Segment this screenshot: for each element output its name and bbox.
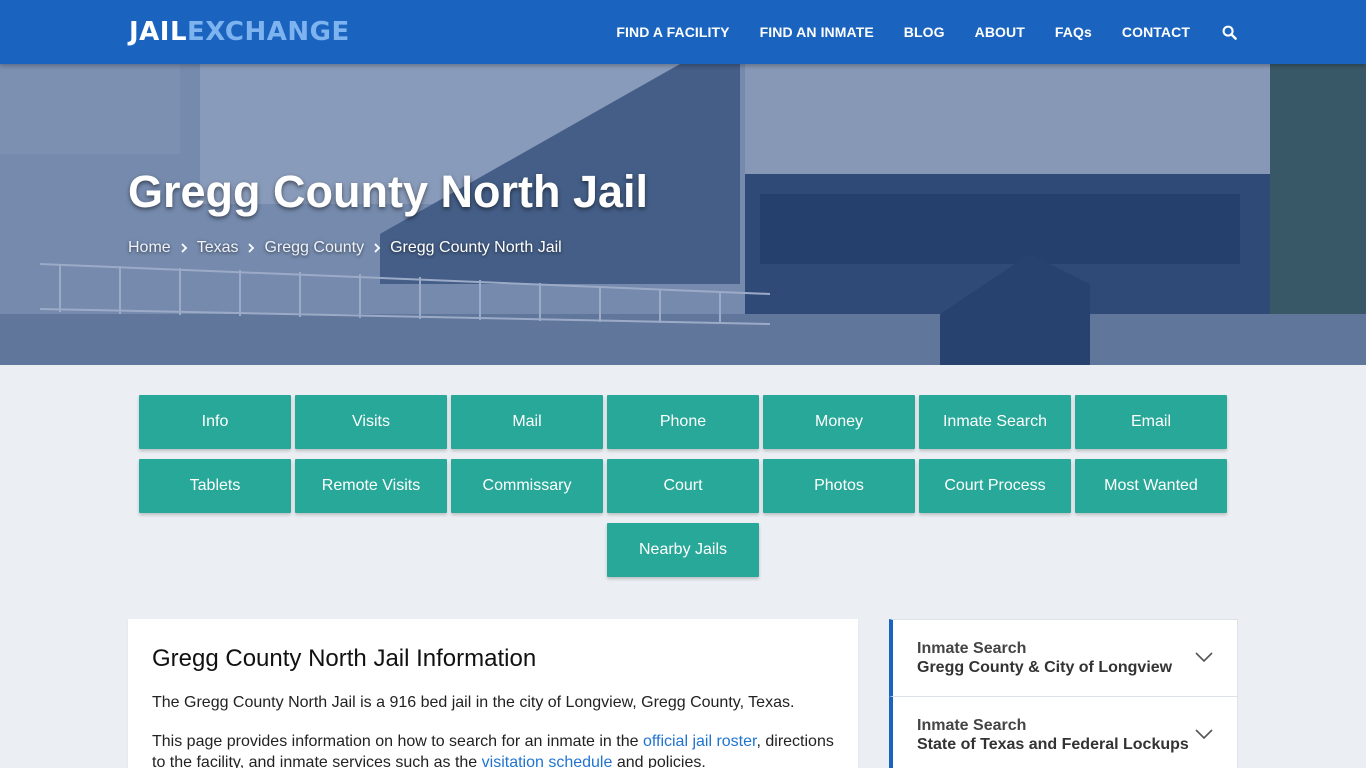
chevron-right-icon — [247, 242, 255, 254]
official-jail-roster-link[interactable]: official jail roster — [643, 733, 757, 750]
accordion-inmate-search-texas[interactable]: Inmate Search State of Texas and Federal… — [889, 696, 1238, 768]
jail-information-card: Gregg County North Jail Information The … — [128, 619, 858, 768]
logo-text-jail: JAIL — [129, 17, 188, 47]
breadcrumb-current: Gregg County North Jail — [390, 239, 562, 256]
tile-nearby-jails[interactable]: Nearby Jails — [607, 523, 759, 577]
tile-commissary[interactable]: Commissary — [451, 459, 603, 513]
tile-visits[interactable]: Visits — [295, 395, 447, 449]
hero-banner: Gregg County North Jail Home Texas Gregg… — [0, 64, 1366, 365]
paragraph-text: and policies. — [612, 754, 706, 768]
accordion-title: Inmate Search — [917, 640, 1027, 657]
tile-phone[interactable]: Phone — [607, 395, 759, 449]
intro-paragraph: The Gregg County North Jail is a 916 bed… — [152, 694, 795, 711]
tile-mail[interactable]: Mail — [451, 395, 603, 449]
breadcrumb-gregg-county[interactable]: Gregg County — [264, 239, 364, 257]
search-icon[interactable] — [1220, 23, 1238, 41]
visitation-schedule-link[interactable]: visitation schedule — [482, 754, 613, 768]
tile-inmate-search[interactable]: Inmate Search — [919, 395, 1071, 449]
tile-court-process[interactable]: Court Process — [919, 459, 1071, 513]
accordion-inmate-search-gregg[interactable]: Inmate Search Gregg County & City of Lon… — [889, 619, 1238, 696]
paragraph-text: This page provides information on how to… — [152, 733, 643, 750]
accordion-subtitle: State of Texas and Federal Lockups — [917, 736, 1189, 753]
breadcrumb-home[interactable]: Home — [128, 239, 171, 257]
nav-find-a-facility[interactable]: FIND A FACILITY — [616, 24, 729, 40]
services-paragraph: This page provides information on how to… — [152, 731, 834, 768]
breadcrumb-texas[interactable]: Texas — [197, 239, 239, 257]
nav-contact[interactable]: CONTACT — [1122, 24, 1190, 40]
logo-text-exchange: EXCHANGE — [187, 17, 350, 47]
accordion-title: Inmate Search — [917, 717, 1027, 734]
tile-remote-visits[interactable]: Remote Visits — [295, 459, 447, 513]
top-navbar: JAILEXCHANGE FIND A FACILITY FIND AN INM… — [0, 0, 1366, 64]
tile-photos[interactable]: Photos — [763, 459, 915, 513]
chevron-right-icon — [180, 242, 188, 254]
nav-faqs[interactable]: FAQs — [1055, 24, 1092, 40]
tile-money[interactable]: Money — [763, 395, 915, 449]
sidebar-accordion: Inmate Search Gregg County & City of Lon… — [889, 619, 1238, 768]
chevron-down-icon — [1195, 650, 1213, 668]
chevron-down-icon — [1195, 727, 1213, 745]
tile-most-wanted[interactable]: Most Wanted — [1075, 459, 1227, 513]
site-logo[interactable]: JAILEXCHANGE — [129, 17, 350, 47]
tile-tablets[interactable]: Tablets — [139, 459, 291, 513]
page-title: Gregg County North Jail — [128, 166, 649, 217]
main-nav: FIND A FACILITY FIND AN INMATE BLOG ABOU… — [586, 0, 1238, 64]
tile-email[interactable]: Email — [1075, 395, 1227, 449]
nav-find-an-inmate[interactable]: FIND AN INMATE — [760, 24, 874, 40]
breadcrumb: Home Texas Gregg County Gregg County Nor… — [128, 239, 562, 257]
nav-blog[interactable]: BLOG — [904, 24, 945, 40]
section-heading: Gregg County North Jail Information — [152, 645, 537, 672]
chevron-right-icon — [373, 242, 381, 254]
tile-court[interactable]: Court — [607, 459, 759, 513]
tile-info[interactable]: Info — [139, 395, 291, 449]
nav-about[interactable]: ABOUT — [975, 24, 1025, 40]
accordion-subtitle: Gregg County & City of Longview — [917, 659, 1173, 676]
